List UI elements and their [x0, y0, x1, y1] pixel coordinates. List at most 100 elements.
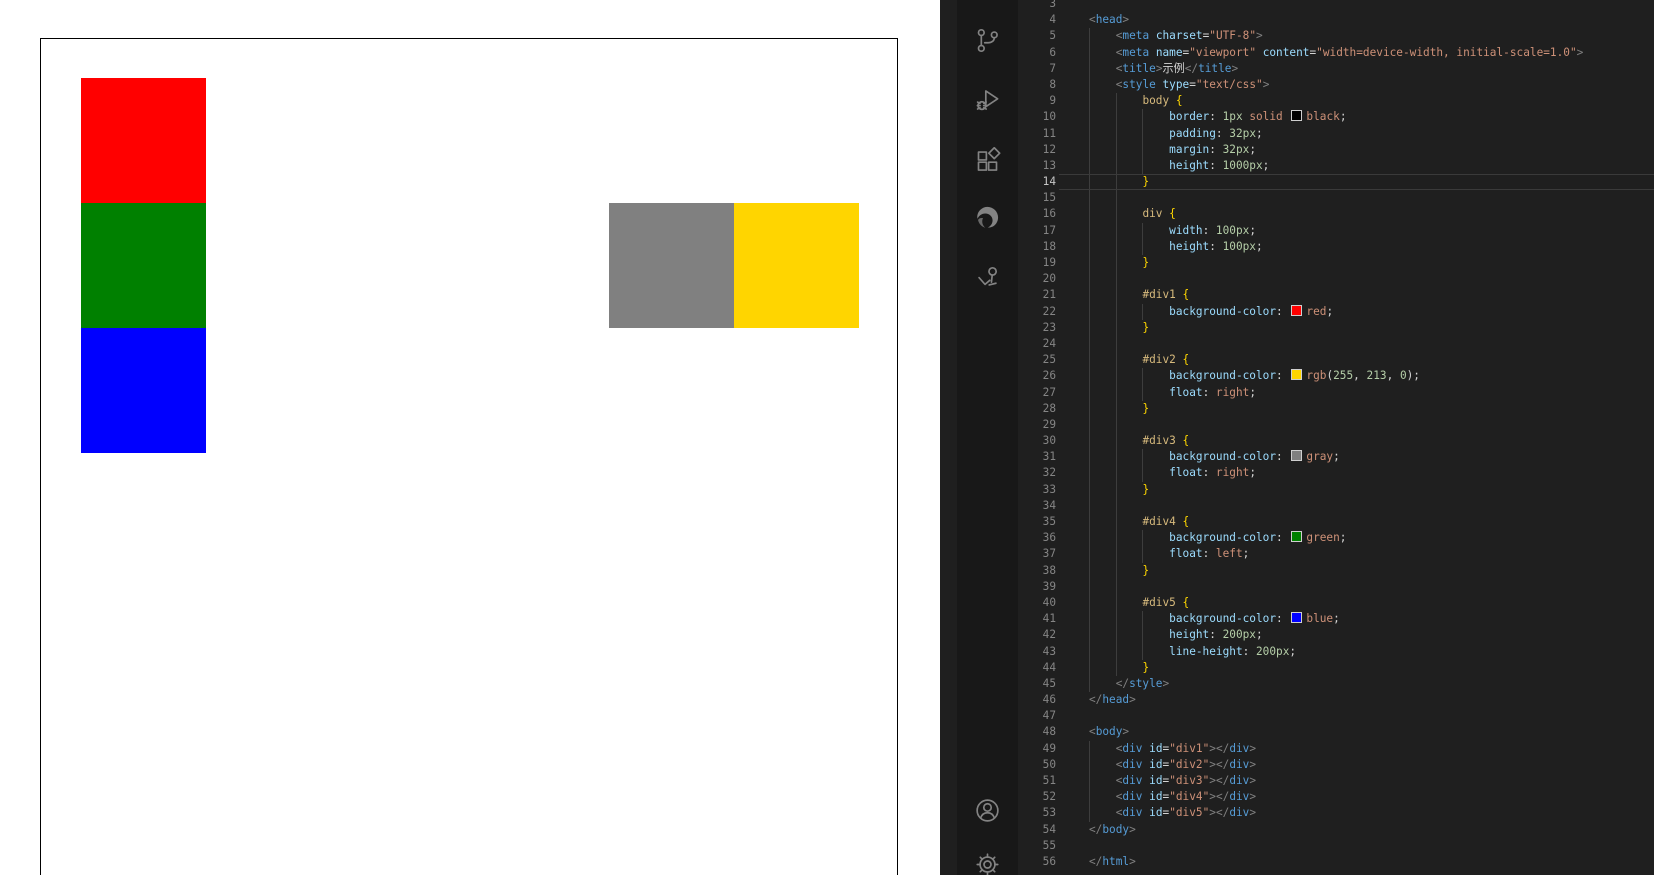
line-number[interactable]: 32 — [1018, 465, 1062, 481]
line-number[interactable]: 37 — [1018, 546, 1062, 562]
code-line[interactable]: 37 float: left; — [1018, 546, 1654, 562]
code-line[interactable]: 7 <title>示例</title> — [1018, 61, 1654, 77]
line-number[interactable]: 9 — [1018, 93, 1062, 109]
color-swatch[interactable] — [1291, 450, 1302, 461]
line-number[interactable]: 36 — [1018, 530, 1062, 546]
line-number[interactable]: 23 — [1018, 320, 1062, 336]
run-and-debug-icon[interactable] — [974, 87, 1001, 114]
line-number[interactable]: 30 — [1018, 433, 1062, 449]
code-line[interactable]: 43 line-height: 200px; — [1018, 644, 1654, 660]
code-line[interactable]: 8 <style type="text/css"> — [1018, 77, 1654, 93]
line-number[interactable]: 45 — [1018, 676, 1062, 692]
line-number[interactable]: 29 — [1018, 417, 1062, 433]
line-number[interactable]: 39 — [1018, 579, 1062, 595]
line-number[interactable]: 6 — [1018, 45, 1062, 61]
code-line[interactable]: 36 background-color: green; — [1018, 530, 1654, 546]
line-number[interactable]: 17 — [1018, 223, 1062, 239]
line-number[interactable]: 7 — [1018, 61, 1062, 77]
code-line[interactable]: 26 background-color: rgb(255, 213, 0); — [1018, 368, 1654, 384]
code-line[interactable]: 22 background-color: red; — [1018, 304, 1654, 320]
line-number[interactable]: 27 — [1018, 385, 1062, 401]
code-line[interactable]: 46</head> — [1018, 692, 1654, 708]
code-line[interactable]: 13 height: 1000px; — [1018, 158, 1654, 174]
code-line[interactable]: 15 — [1018, 190, 1654, 206]
line-number[interactable]: 21 — [1018, 287, 1062, 303]
code-line[interactable]: 19 } — [1018, 255, 1654, 271]
source-control-icon[interactable] — [974, 27, 1001, 54]
color-swatch[interactable] — [1291, 369, 1302, 380]
code-line[interactable]: 44 } — [1018, 660, 1654, 676]
account-icon[interactable] — [974, 797, 1001, 824]
code-editor[interactable]: 34<head>5 <meta charset="UTF-8">6 <meta … — [1018, 0, 1654, 875]
code-line[interactable]: 24 — [1018, 336, 1654, 352]
code-line[interactable]: 56</html> — [1018, 854, 1654, 870]
code-line[interactable]: 23 } — [1018, 320, 1654, 336]
code-line[interactable]: 18 height: 100px; — [1018, 239, 1654, 255]
code-line[interactable]: 9 body { — [1018, 93, 1654, 109]
code-line[interactable]: 11 padding: 32px; — [1018, 126, 1654, 142]
line-number[interactable]: 28 — [1018, 401, 1062, 417]
code-line[interactable]: 20 — [1018, 271, 1654, 287]
code-line[interactable]: 45 </style> — [1018, 676, 1654, 692]
line-number[interactable]: 12 — [1018, 142, 1062, 158]
line-number[interactable]: 47 — [1018, 708, 1062, 724]
line-number[interactable]: 55 — [1018, 838, 1062, 854]
line-number[interactable]: 14 — [1018, 174, 1062, 190]
line-number[interactable]: 8 — [1018, 77, 1062, 93]
code-line[interactable]: 50 <div id="div2"></div> — [1018, 757, 1654, 773]
line-number[interactable]: 11 — [1018, 126, 1062, 142]
code-line[interactable]: 39 — [1018, 579, 1654, 595]
color-swatch[interactable] — [1291, 531, 1302, 542]
line-number[interactable]: 46 — [1018, 692, 1062, 708]
line-number[interactable]: 10 — [1018, 109, 1062, 125]
code-line[interactable]: 5 <meta charset="UTF-8"> — [1018, 28, 1654, 44]
line-number[interactable]: 40 — [1018, 595, 1062, 611]
code-line[interactable]: 3 — [1018, 0, 1654, 12]
code-line[interactable]: 14 } — [1018, 174, 1654, 190]
line-number[interactable]: 4 — [1018, 12, 1062, 28]
code-line[interactable]: 31 background-color: gray; — [1018, 449, 1654, 465]
line-number[interactable]: 22 — [1018, 304, 1062, 320]
assistant-icon[interactable] — [974, 263, 1001, 290]
code-line[interactable]: 33 } — [1018, 482, 1654, 498]
line-number[interactable]: 50 — [1018, 757, 1062, 773]
line-number[interactable]: 26 — [1018, 368, 1062, 384]
line-number[interactable]: 54 — [1018, 822, 1062, 838]
code-line[interactable]: 17 width: 100px; — [1018, 223, 1654, 239]
line-number[interactable]: 42 — [1018, 627, 1062, 643]
code-line[interactable]: 53 <div id="div5"></div> — [1018, 805, 1654, 821]
code-line[interactable]: 40 #div5 { — [1018, 595, 1654, 611]
code-line[interactable]: 29 — [1018, 417, 1654, 433]
settings-gear-icon[interactable] — [974, 851, 1001, 875]
line-number[interactable]: 48 — [1018, 724, 1062, 740]
line-number[interactable]: 20 — [1018, 271, 1062, 287]
code-line[interactable]: 12 margin: 32px; — [1018, 142, 1654, 158]
line-number[interactable]: 24 — [1018, 336, 1062, 352]
line-number[interactable]: 35 — [1018, 514, 1062, 530]
code-line[interactable]: 28 } — [1018, 401, 1654, 417]
color-swatch[interactable] — [1291, 612, 1302, 623]
line-number[interactable]: 34 — [1018, 498, 1062, 514]
code-line[interactable]: 6 <meta name="viewport" content="width=d… — [1018, 45, 1654, 61]
code-line[interactable]: 4<head> — [1018, 12, 1654, 28]
line-number[interactable]: 3 — [1018, 0, 1062, 12]
line-number[interactable]: 38 — [1018, 563, 1062, 579]
line-number[interactable]: 33 — [1018, 482, 1062, 498]
code-line[interactable]: 10 border: 1px solid black; — [1018, 109, 1654, 125]
code-line[interactable]: 32 float: right; — [1018, 465, 1654, 481]
line-number[interactable]: 49 — [1018, 741, 1062, 757]
line-number[interactable]: 18 — [1018, 239, 1062, 255]
line-number[interactable]: 56 — [1018, 854, 1062, 870]
code-line[interactable]: 55 — [1018, 838, 1654, 854]
code-line[interactable]: 25 #div2 { — [1018, 352, 1654, 368]
code-line[interactable]: 35 #div4 { — [1018, 514, 1654, 530]
line-number[interactable]: 13 — [1018, 158, 1062, 174]
line-number[interactable]: 25 — [1018, 352, 1062, 368]
code-line[interactable]: 30 #div3 { — [1018, 433, 1654, 449]
line-number[interactable]: 19 — [1018, 255, 1062, 271]
line-number[interactable]: 44 — [1018, 660, 1062, 676]
code-line[interactable]: 47 — [1018, 708, 1654, 724]
code-line[interactable]: 21 #div1 { — [1018, 287, 1654, 303]
color-swatch[interactable] — [1291, 305, 1302, 316]
code-line[interactable]: 38 } — [1018, 563, 1654, 579]
